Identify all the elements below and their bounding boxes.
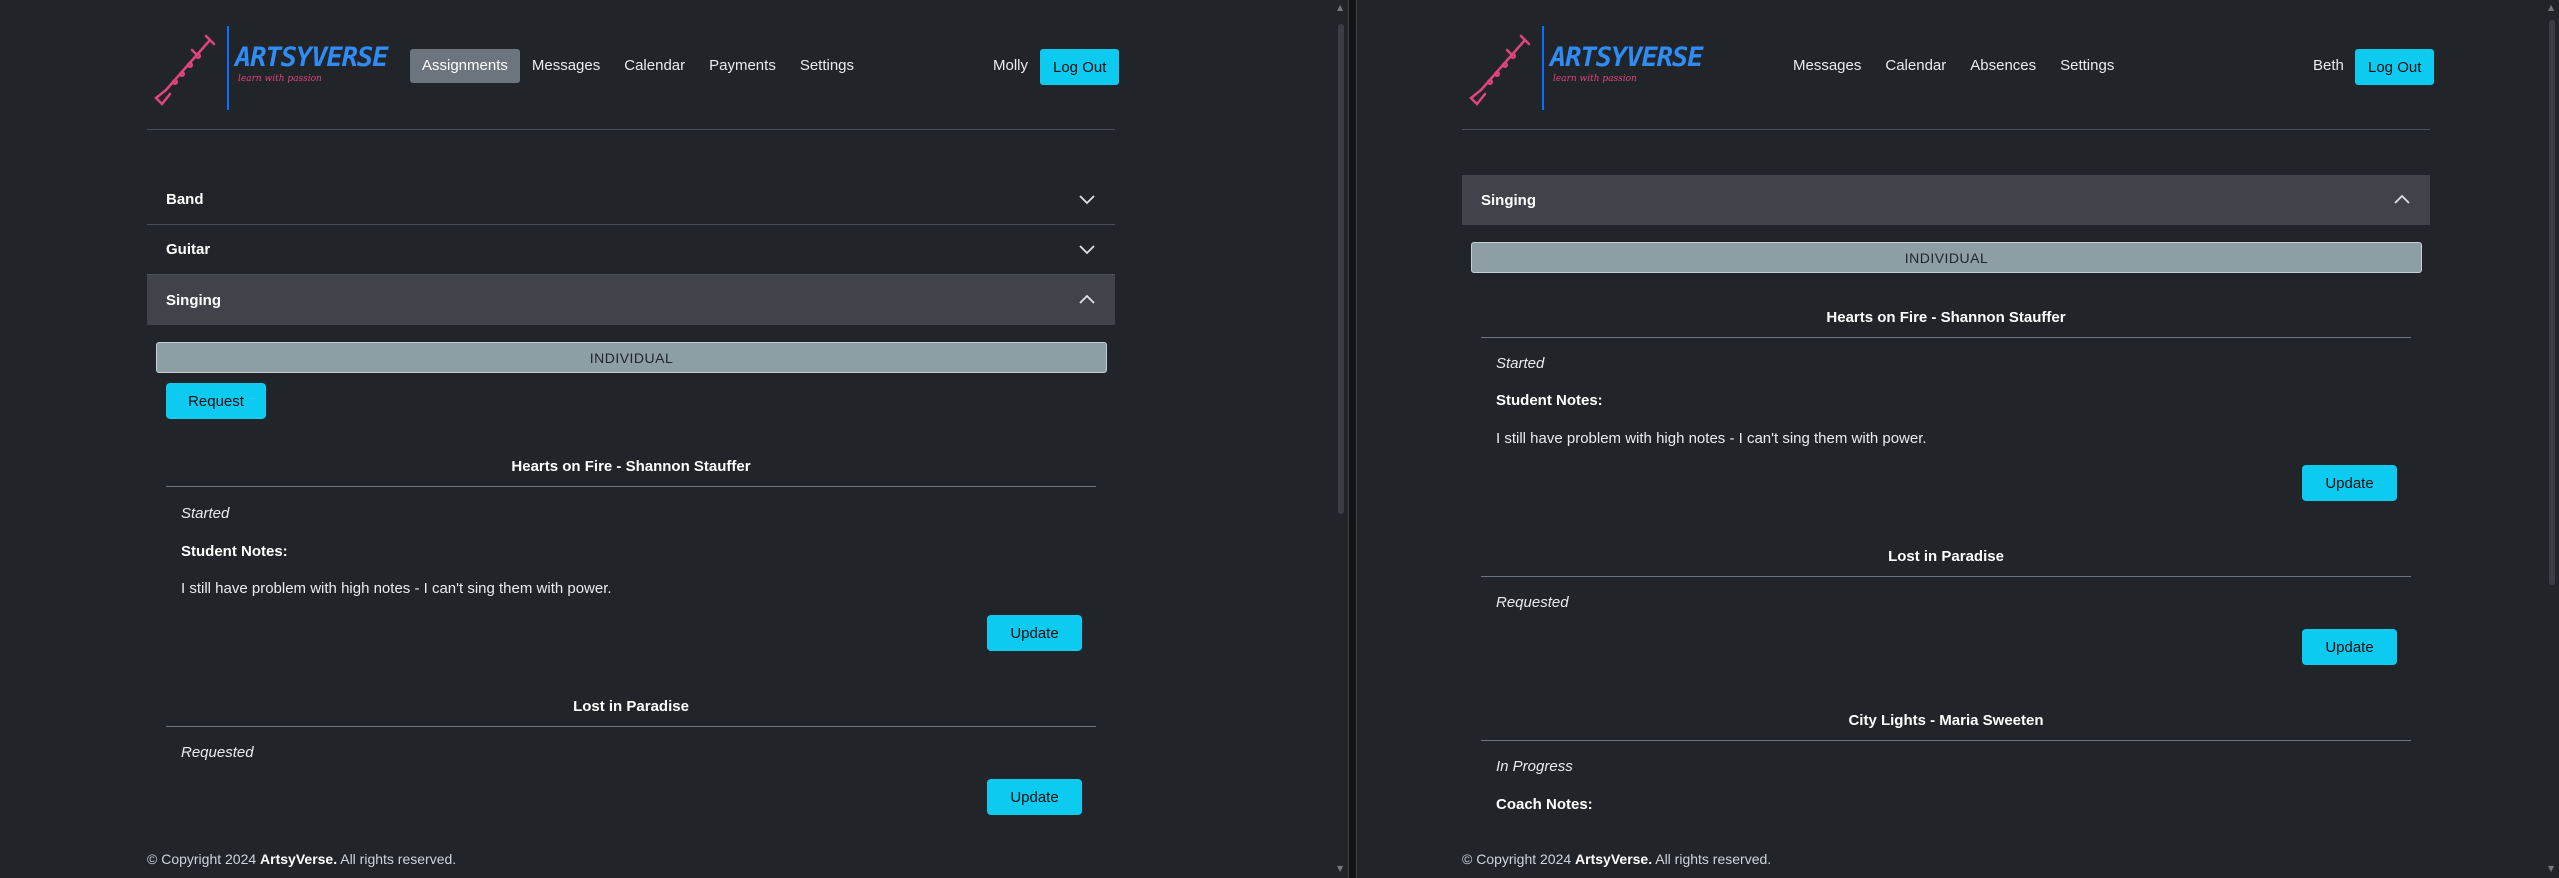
- update-button[interactable]: Update: [2302, 629, 2397, 665]
- song-status: In Progress: [1496, 758, 1573, 775]
- left-browser-pane: ARTSYVERSE learn with passion Assignment…: [0, 0, 1334, 878]
- scroll-down-icon[interactable]: ▼: [1337, 864, 1343, 873]
- nav-absences[interactable]: Absences: [1958, 49, 2048, 83]
- logo-divider: [227, 26, 229, 110]
- nav-calendar[interactable]: Calendar: [1873, 49, 1958, 83]
- footer-suffix: All rights reserved.: [340, 851, 457, 867]
- logo-divider: [1542, 26, 1544, 110]
- nav-settings[interactable]: Settings: [2048, 49, 2126, 83]
- song-status: Requested: [181, 744, 254, 761]
- student-notes-text: I still have problem with high notes - I…: [181, 580, 612, 597]
- update-button[interactable]: Update: [987, 779, 1082, 815]
- brand-name: ARTSYVERSE: [1550, 42, 1704, 73]
- scroll-thumb[interactable]: [2549, 20, 2555, 585]
- clarinet-icon: [154, 34, 216, 106]
- user-name: Beth: [2313, 57, 2344, 74]
- song-divider: [1481, 740, 2411, 741]
- coach-notes-label: Coach Notes:: [1496, 796, 1593, 813]
- individual-group-header[interactable]: INDIVIDUAL: [156, 342, 1107, 373]
- section-band[interactable]: Band: [147, 175, 1115, 225]
- brand-tagline: learn with passion: [1553, 74, 1637, 84]
- chevron-up-icon: [1079, 294, 1095, 304]
- section-label: Singing: [1481, 191, 1536, 209]
- nav-messages[interactable]: Messages: [1781, 49, 1873, 83]
- logout-button[interactable]: Log Out: [1040, 49, 1120, 85]
- chevron-down-icon: [1079, 245, 1095, 255]
- section-guitar[interactable]: Guitar: [147, 225, 1115, 275]
- artsyverse-logo[interactable]: ARTSYVERSE learn with passion: [1467, 22, 1704, 110]
- section-label: Singing: [166, 291, 221, 309]
- footer-brand: ArtsyVerse.: [1575, 851, 1653, 867]
- section-singing[interactable]: Singing: [147, 275, 1115, 325]
- song-divider: [166, 726, 1096, 727]
- scroll-up-icon[interactable]: ▲: [1337, 3, 1343, 12]
- individual-group-header[interactable]: INDIVIDUAL: [1471, 242, 2422, 273]
- artsyverse-logo[interactable]: ARTSYVERSE learn with passion: [152, 22, 389, 110]
- chevron-up-icon: [2394, 194, 2410, 204]
- user-name: Molly: [993, 57, 1029, 74]
- brand-tagline: learn with passion: [238, 74, 322, 84]
- brand-name: ARTSYVERSE: [235, 42, 389, 73]
- scroll-down-icon[interactable]: ▼: [2548, 864, 2554, 873]
- song-divider: [1481, 337, 2411, 338]
- left-scrollbar[interactable]: ▲ ▼: [1334, 0, 1348, 878]
- song-title: Lost in Paradise: [573, 698, 689, 715]
- main-nav: Messages Calendar Absences Settings: [1781, 49, 2126, 83]
- song-divider: [1481, 576, 2411, 577]
- nav-payments[interactable]: Payments: [697, 49, 788, 83]
- update-button[interactable]: Update: [2302, 465, 2397, 501]
- right-browser-pane: ARTSYVERSE learn with passion Messages C…: [1357, 0, 2542, 878]
- request-button[interactable]: Request: [166, 383, 266, 419]
- song-title: Lost in Paradise: [1888, 548, 2004, 565]
- header-divider: [1462, 129, 2430, 130]
- scroll-thumb[interactable]: [1338, 24, 1344, 514]
- main-nav: Assignments Messages Calendar Payments S…: [410, 49, 866, 83]
- nav-settings[interactable]: Settings: [788, 49, 866, 83]
- song-title: City Lights - Maria Sweeten: [1848, 712, 2044, 729]
- student-notes-label: Student Notes:: [181, 543, 288, 560]
- song-status: Started: [1496, 355, 1545, 372]
- chevron-down-icon: [1079, 195, 1095, 205]
- footer: © Copyright 2024 ArtsyVerse. All rights …: [147, 851, 456, 867]
- clarinet-icon: [1469, 34, 1531, 106]
- right-scrollbar[interactable]: ▲ ▼: [2545, 0, 2559, 878]
- header-divider: [147, 129, 1115, 130]
- pane-splitter[interactable]: [1348, 0, 1357, 878]
- song-divider: [166, 486, 1096, 487]
- song-status: Requested: [1496, 594, 1569, 611]
- scroll-up-icon[interactable]: ▲: [2548, 3, 2554, 12]
- nav-calendar[interactable]: Calendar: [612, 49, 697, 83]
- logout-button[interactable]: Log Out: [2355, 49, 2435, 85]
- song-title: Hearts on Fire - Shannon Stauffer: [1826, 309, 2066, 326]
- footer-brand: ArtsyVerse.: [260, 851, 338, 867]
- section-label: Guitar: [166, 241, 211, 258]
- section-singing[interactable]: Singing: [1462, 175, 2430, 225]
- song-title: Hearts on Fire - Shannon Stauffer: [511, 458, 751, 475]
- footer: © Copyright 2024 ArtsyVerse. All rights …: [1462, 851, 1771, 867]
- update-button[interactable]: Update: [987, 615, 1082, 651]
- student-notes-label: Student Notes:: [1496, 392, 1603, 409]
- footer-prefix: © Copyright 2024: [147, 851, 257, 867]
- student-notes-text: I still have problem with high notes - I…: [1496, 430, 1927, 447]
- footer-prefix: © Copyright 2024: [1462, 851, 1572, 867]
- footer-suffix: All rights reserved.: [1655, 851, 1772, 867]
- song-status: Started: [181, 505, 230, 522]
- nav-messages[interactable]: Messages: [520, 49, 612, 83]
- section-label: Band: [166, 191, 204, 208]
- nav-assignments[interactable]: Assignments: [410, 49, 520, 83]
